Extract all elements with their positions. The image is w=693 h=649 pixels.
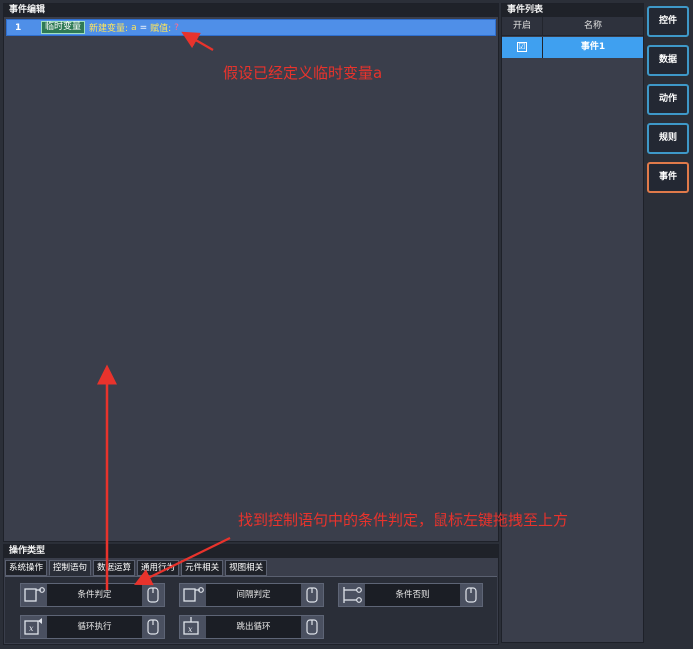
enabled-checkbox[interactable]: ☑: [517, 41, 527, 52]
event-list-header: 开启 名称: [502, 17, 643, 36]
event-editor-panel: 事件编辑 1 临时变量 新建变量: a = 赋值: ?: [3, 3, 499, 542]
sidebar-item-events[interactable]: 事件: [647, 162, 689, 193]
col-enabled-header: 开启: [502, 17, 543, 35]
assign-label: 赋值:: [150, 24, 172, 34]
op-condition-else[interactable]: 条件否则: [338, 583, 483, 607]
op-break-loop[interactable]: x 跳出循环: [179, 615, 324, 639]
event-editor-row[interactable]: 1 临时变量 新建变量: a = 赋值: ?: [6, 19, 496, 36]
break-loop-icon: x: [180, 616, 206, 638]
branch-else-icon: [339, 584, 365, 606]
op-interval-check[interactable]: 间隔判定: [179, 583, 324, 607]
tab-view[interactable]: 视图相关: [225, 560, 268, 576]
row-number: 1: [15, 22, 22, 33]
assign-value[interactable]: ?: [174, 23, 179, 33]
op-loop-execute-label: 循环执行: [47, 616, 142, 638]
tab-general-behavior[interactable]: 通用行为: [137, 560, 180, 576]
tab-control-statements[interactable]: 控制语句: [49, 560, 92, 576]
op-break-loop-label: 跳出循环: [206, 616, 301, 638]
op-condition-check[interactable]: 条件判定: [20, 583, 165, 607]
operation-types-panel: 操作类型 系统操作 控制语句 数据运算 通用行为 元件相关 视图相关 条件判定 …: [3, 544, 499, 645]
event-list-row[interactable]: ☑ 事件1: [502, 37, 643, 58]
mouse-icon: [301, 584, 323, 606]
operation-items-area: 条件判定 间隔判定 条件否则 x 循环执行 x 跳出循环: [5, 576, 497, 643]
tab-component[interactable]: 元件相关: [181, 560, 224, 576]
sidebar-item-actions[interactable]: 动作: [647, 84, 689, 115]
op-interval-check-label: 间隔判定: [206, 584, 301, 606]
tab-data-ops[interactable]: 数据运算: [93, 560, 136, 576]
new-variable-value[interactable]: a: [131, 23, 137, 33]
op-loop-execute[interactable]: x 循环执行: [20, 615, 165, 639]
temp-variable-tag[interactable]: 临时变量: [41, 21, 86, 34]
op-condition-else-label: 条件否则: [365, 584, 460, 606]
branch-icon: [21, 584, 47, 606]
sidebar-item-rules[interactable]: 规则: [647, 123, 689, 154]
col-name-header: 名称: [583, 21, 602, 31]
mouse-icon: [301, 616, 323, 638]
svg-text:x: x: [188, 625, 193, 634]
mouse-icon: [142, 584, 164, 606]
svg-text:x: x: [29, 624, 34, 633]
annotation-top: 假设已经定义临时变量a: [223, 64, 383, 82]
new-variable-label: 新建变量:: [89, 24, 129, 34]
equals-sign: =: [139, 22, 148, 33]
sidebar-item-controls[interactable]: 控件: [647, 6, 689, 37]
event-enabled-cell[interactable]: ☑: [502, 37, 543, 58]
event-list-title: 事件列表: [502, 4, 643, 17]
operation-tabs: 系统操作 控制语句 数据运算 通用行为 元件相关 视图相关: [5, 560, 268, 576]
annotation-bottom: 找到控制语句中的条件判定，鼠标左键拖拽至上方: [238, 511, 569, 529]
sidebar-item-data[interactable]: 数据: [647, 45, 689, 76]
event-list-panel: 事件列表 开启 名称 ☑ 事件1: [501, 3, 644, 643]
mouse-icon: [142, 616, 164, 638]
op-condition-check-label: 条件判定: [47, 584, 142, 606]
mouse-icon: [460, 584, 482, 606]
tab-system-ops[interactable]: 系统操作: [5, 560, 48, 576]
event-editor-title: 事件编辑: [4, 4, 498, 17]
loop-icon: x: [21, 616, 47, 638]
operation-types-title: 操作类型: [4, 545, 498, 558]
event-name-cell[interactable]: 事件1: [543, 37, 643, 58]
branch-icon: [180, 584, 206, 606]
